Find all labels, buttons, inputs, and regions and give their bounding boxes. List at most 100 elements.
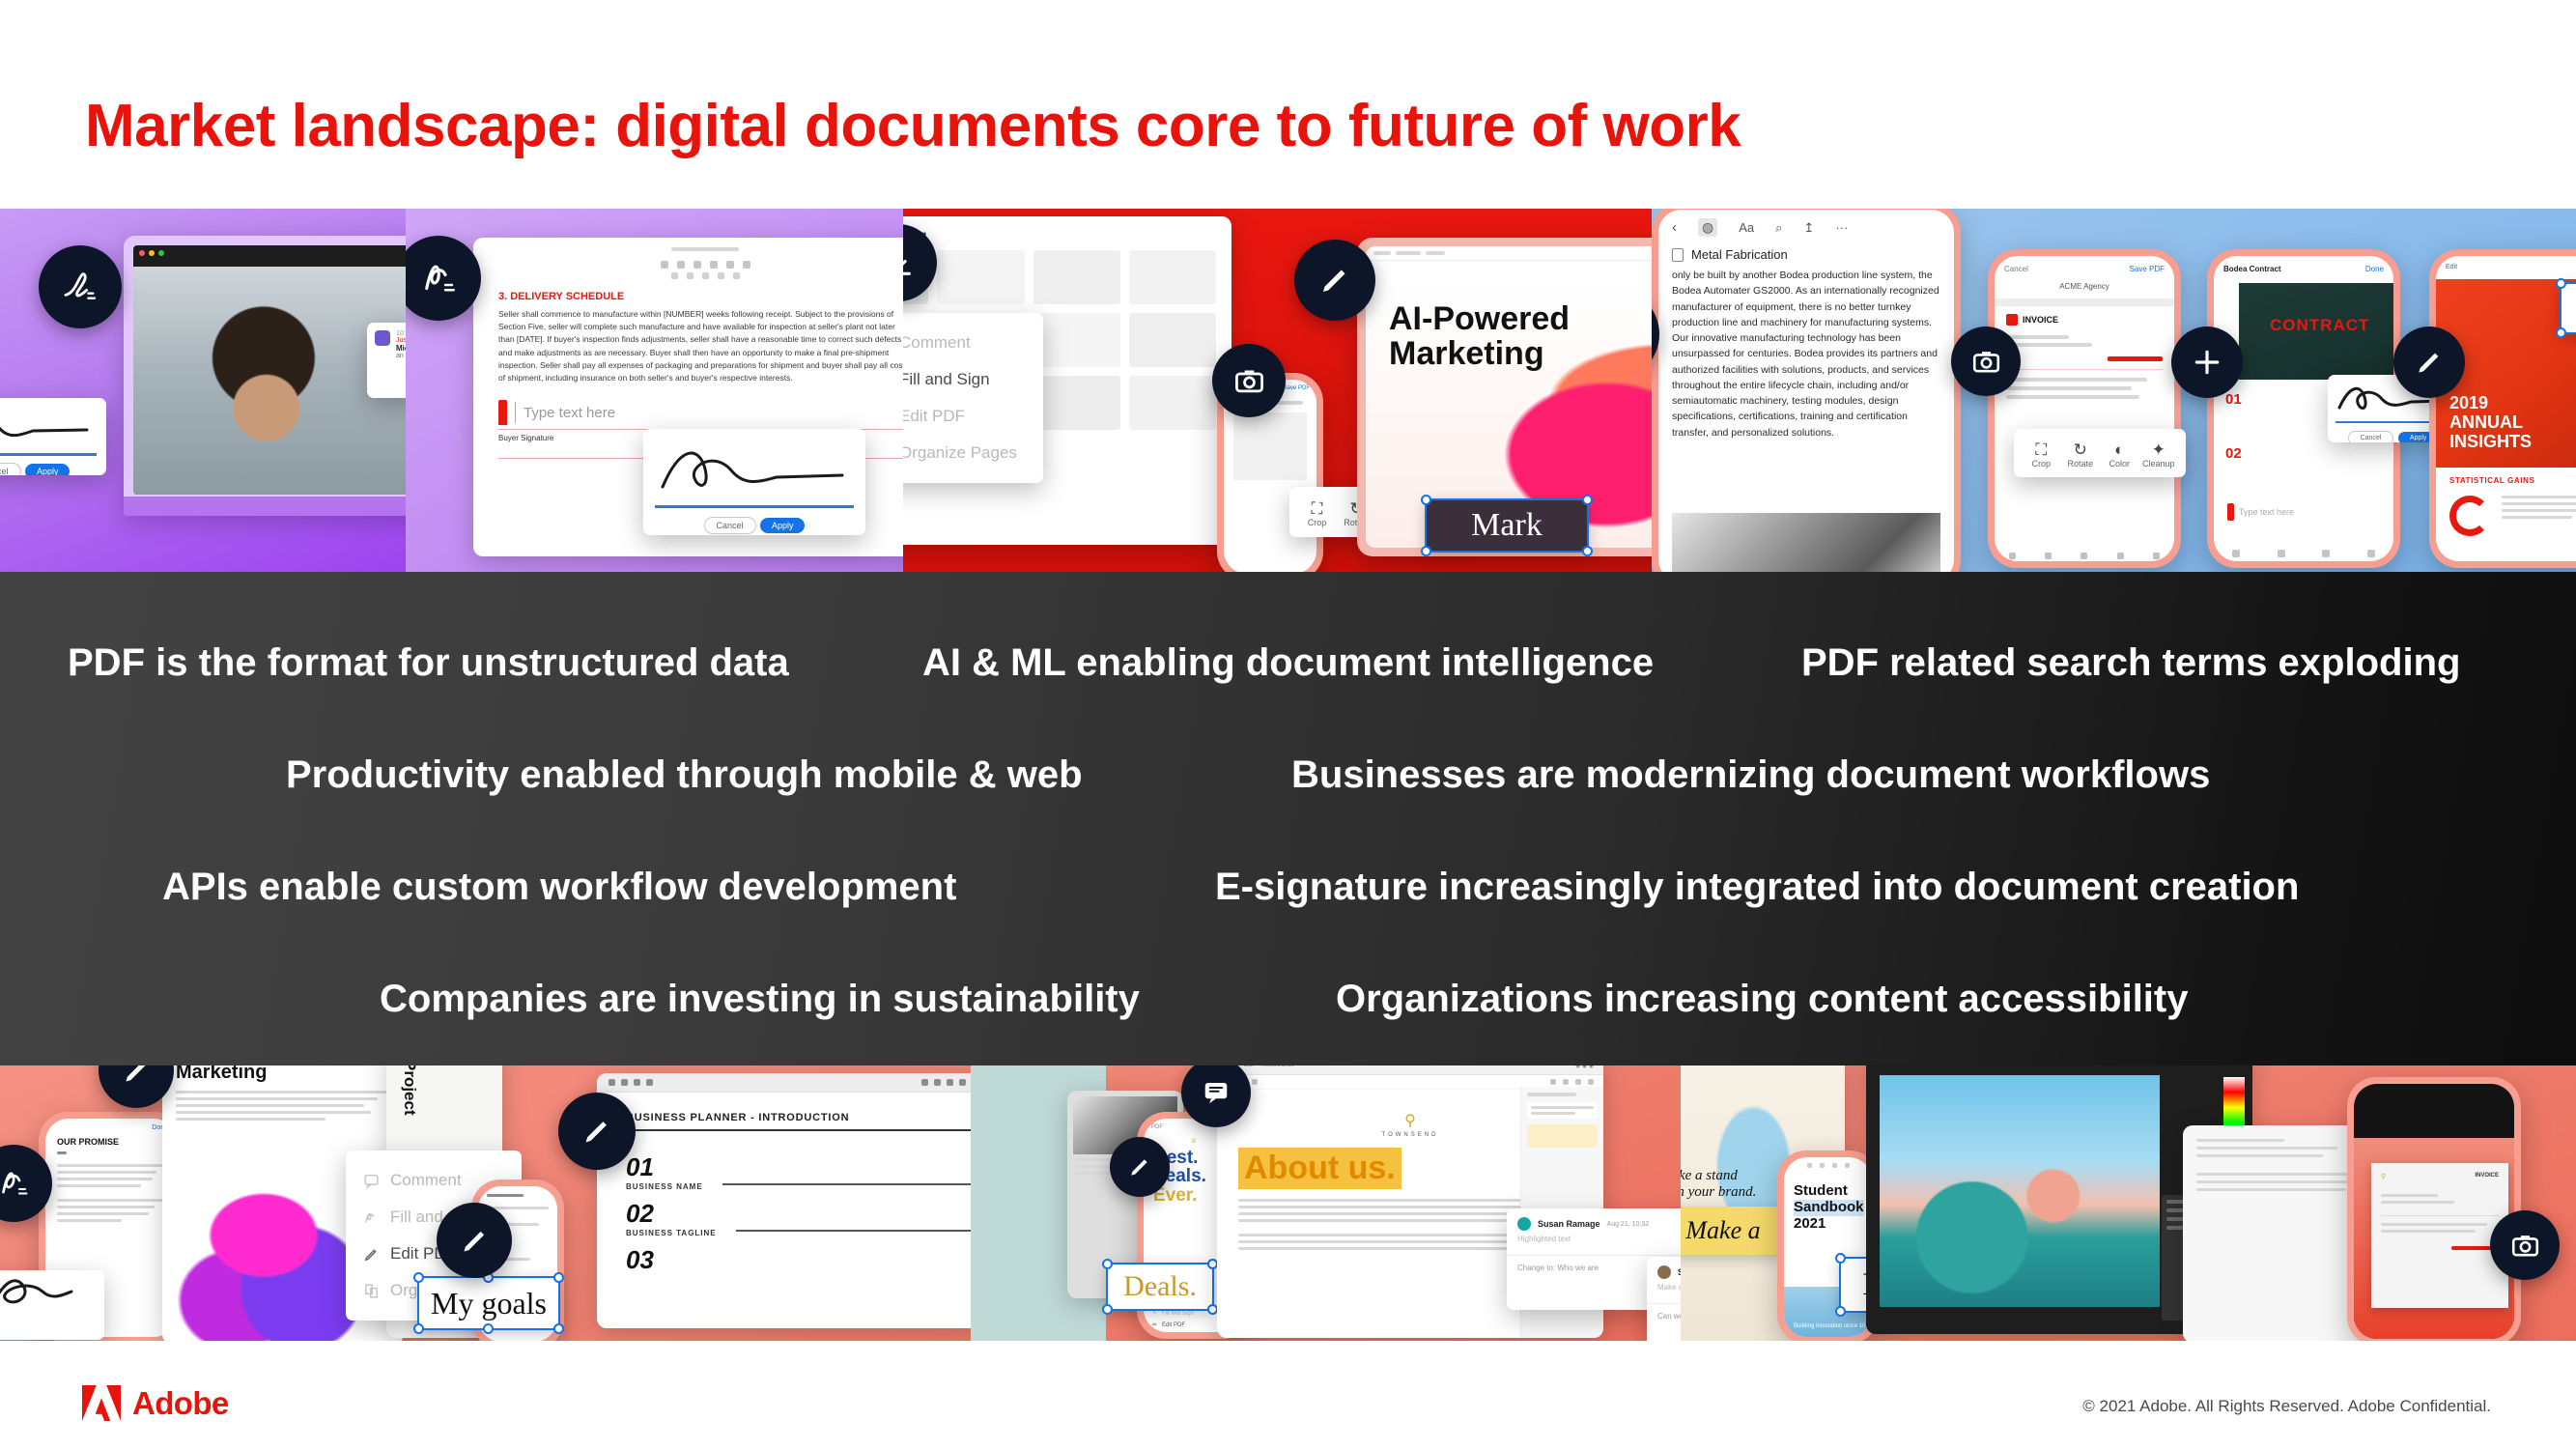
tool-crop[interactable]: ⛶ Crop	[1297, 498, 1337, 527]
invoice-label: INVOICE	[2023, 315, 2059, 325]
signature-cancel-button-2[interactable]: Cancel	[703, 517, 756, 534]
signature-icon: ✎	[1152, 1311, 1158, 1317]
camera-icon-badge-2	[1951, 327, 2021, 396]
camera-icon	[1972, 351, 1999, 372]
signature-icon	[425, 265, 455, 292]
signature-cancel-button-3[interactable]: Cancel	[2347, 431, 2394, 442]
marketing-text-value: Mark	[1471, 507, 1543, 543]
mobile-doc-title: Metal Fabrication	[1691, 247, 1788, 262]
invoice-agency: ACME Agency	[2059, 282, 2109, 291]
invoice-save-button[interactable]: Save PDF	[2130, 265, 2165, 273]
brand-stand-line-1: Make a stand	[1681, 1168, 1738, 1183]
menu-item-fill-and-sign[interactable]: Fill and Sign	[903, 361, 1043, 398]
share-icon[interactable]: ↥	[1803, 220, 1814, 236]
statement-ai-ml: AI & ML enabling document intelligence	[922, 640, 1655, 684]
ad obe-wordmark: Adobe	[132, 1385, 229, 1421]
comment-author-1: Susan Ramage	[1538, 1219, 1600, 1229]
plus-icon	[2194, 350, 2220, 375]
deals-text-selection[interactable]: Deals.	[1102, 1259, 1218, 1315]
rotate-icon: ↻	[2073, 440, 2087, 459]
signature-apply-button[interactable]: Apply	[24, 464, 71, 475]
top-imagery-band: 10:59 AM Just a moment... Michelle Smith…	[0, 209, 2576, 572]
tool-rotate-2[interactable]: ↻ Rotate	[2061, 440, 2101, 469]
contract-type-placeholder: Type text here	[2239, 507, 2295, 517]
panel-mobile-blue: ‹ ◍ Aa ⌕ ↥ ··· Metal Fabrication only be…	[1652, 209, 2576, 572]
statement-row-4: Companies are investing in sustainabilit…	[0, 972, 2576, 1026]
statement-productivity: Productivity enabled through mobile & we…	[286, 753, 1083, 796]
student-subline: Building innovation since 1011	[1794, 1323, 1872, 1329]
comment-icon	[1204, 1083, 1228, 1104]
pencil-icon: ✏	[1152, 1322, 1158, 1328]
tool-crop-2[interactable]: ⛶ Crop	[2022, 440, 2061, 469]
bottom-imagery-band: Done OUR PROMISE Marketing Project Comme…	[0, 1065, 2576, 1341]
phone-invoice: Cancel Save PDF ACME Agency INVOICE	[1988, 249, 2181, 568]
contract-done-button[interactable]: Done	[2365, 265, 2384, 273]
year-text-selection[interactable]: 2020	[2556, 278, 2576, 338]
search-icon[interactable]: ⌕	[1775, 220, 1782, 236]
annual-line-2: INSIGHTS	[2449, 432, 2533, 452]
tool-cleanup-2[interactable]: ✦ Cleanup	[2139, 440, 2179, 469]
liquid-mode-icon[interactable]: ◍	[1698, 218, 1718, 237]
planner-num-2: 02	[626, 1199, 654, 1228]
planner-num-3: 03	[626, 1245, 654, 1274]
menu-item-organize-pages[interactable]: Organize Pages	[903, 435, 1043, 471]
scan-invoice-label: INVOICE	[2475, 1173, 2499, 1179]
mobile-photo-tool-strip[interactable]: ⛶ Crop ↻ Rotate ◐ Color ✦ Cleanup	[2014, 429, 2186, 477]
pdf-context-menu[interactable]: Comment Fill and Sign Edit PDF Organize …	[903, 313, 1043, 483]
pencil-icon	[585, 1122, 607, 1143]
deck-title-line-2: Marketing	[1389, 334, 1544, 372]
make-a-text-value: Make a	[1685, 1216, 1761, 1244]
menu-item-organize-pages-label: Organize Pages	[903, 443, 1017, 462]
back-icon[interactable]: ‹	[1672, 219, 1677, 236]
doc-body-text: Seller shall commence to manufacture wit…	[498, 309, 910, 383]
statement-apis: APIs enable custom workflow development	[162, 865, 957, 908]
make-a-text-selection[interactable]: Make a	[1681, 1207, 1785, 1255]
statement-accessibility: Organizations increasing content accessi…	[1336, 977, 2189, 1020]
annual-edit-label[interactable]: Edit	[2446, 264, 2457, 271]
menu-item-edit-pdf-label: Edit PDF	[903, 407, 966, 425]
student-line-3: 2021	[1794, 1214, 1826, 1232]
text-size-icon[interactable]: Aa	[1739, 220, 1754, 235]
menu-item-comment-label: Comment	[903, 333, 971, 352]
my-goals-text-value: My goals	[431, 1285, 547, 1321]
pencil-icon	[126, 1065, 145, 1081]
about-us-heading: About us.	[1244, 1150, 1396, 1186]
annual-line-1: ANNUAL	[2449, 412, 2523, 433]
annual-year: 2019	[2449, 393, 2489, 412]
signature-card-left: Cancel Apply	[0, 398, 106, 475]
business-planner-window: BUSINESS PLANNER - INTRODUCTION 01 BUSIN…	[597, 1073, 985, 1328]
tool-color-label-2: Color	[2109, 459, 2130, 469]
statement-search-terms: PDF related search terms exploding	[1801, 640, 2461, 684]
signature-cancel-button[interactable]: Cancel	[0, 463, 21, 475]
planner-num-1: 01	[626, 1152, 654, 1181]
student-line-1: Student	[1794, 1182, 1848, 1199]
invoice-cancel-button[interactable]: Cancel	[2004, 265, 2028, 273]
phone-menu-fill-sign[interactable]: Fill and Sign	[1162, 1311, 1194, 1317]
marketing-text-selection[interactable]: Mark	[1421, 495, 1593, 556]
page-title: Market landscape: digital documents core…	[85, 93, 1741, 159]
contract-word: CONTRACT	[2270, 316, 2370, 334]
camera-icon-badge-3	[2490, 1210, 2560, 1280]
more-icon[interactable]: ···	[1835, 220, 1848, 235]
menu-item-edit-pdf[interactable]: Edit PDF	[903, 398, 1043, 435]
pencil-icon	[464, 1231, 484, 1251]
brochure-marketing-word: Marketing	[176, 1065, 268, 1083]
statement-pdf-format: PDF is the format for unstructured data	[68, 640, 789, 684]
signature-icon-badge-2	[406, 236, 481, 321]
adobe-mark-icon	[82, 1385, 121, 1421]
statement-modernizing: Businesses are modernizing document work…	[1291, 753, 2211, 796]
doc-section-heading: 3. DELIVERY SCHEDULE	[498, 291, 625, 302]
tool-crop-label-2: Crop	[2031, 459, 2051, 469]
signature-apply-button-2[interactable]: Apply	[759, 518, 806, 533]
my-goals-text-selection[interactable]: My goals	[413, 1272, 564, 1334]
tool-color-2[interactable]: ◐ Color	[2100, 440, 2139, 469]
pencil-icon-badge-2	[2393, 327, 2465, 398]
menu-item-comment[interactable]: Comment	[903, 325, 1043, 361]
promise-done-button[interactable]: Done	[45, 1119, 177, 1137]
phone-menu-edit-pdf[interactable]: Edit PDF	[1162, 1322, 1185, 1328]
adobe-logo: Adobe	[82, 1385, 229, 1422]
camera-icon	[2511, 1235, 2538, 1256]
signature-icon	[2, 1172, 28, 1195]
crop-icon: ⛶	[1311, 498, 1323, 518]
crop-icon: ⛶	[2035, 440, 2048, 459]
